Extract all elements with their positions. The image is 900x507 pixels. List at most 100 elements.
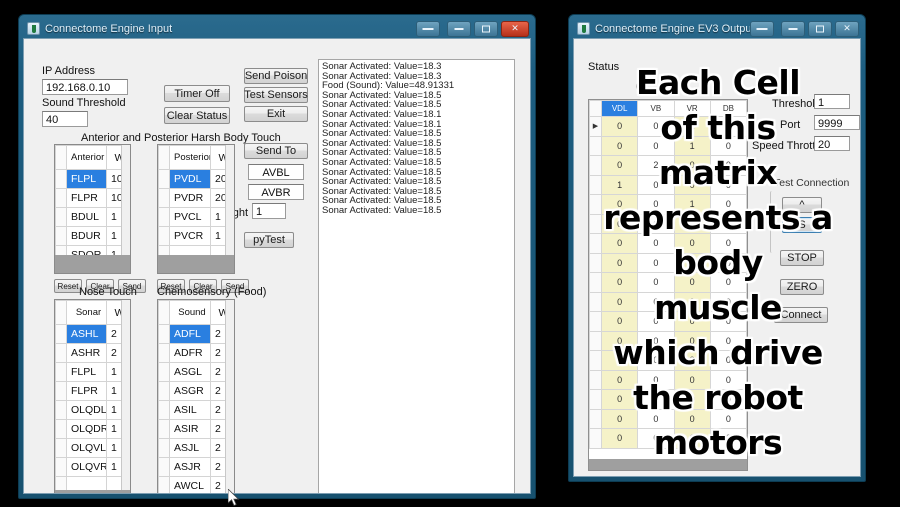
matrix-cell[interactable]: 0: [600, 369, 639, 390]
matrix-cell[interactable]: 0: [600, 311, 639, 332]
nose-touch-row[interactable]: ASHR 2: [55, 343, 129, 363]
matrix-cell[interactable]: 0: [637, 389, 675, 410]
matrix-cell[interactable]: 0: [600, 213, 639, 234]
matrix-row-selector-cell[interactable]: [589, 155, 602, 176]
row-selector-cell[interactable]: [158, 381, 170, 401]
matrix-cell[interactable]: 0: [600, 194, 639, 215]
anterior-touch-row[interactable]: BDUL 1: [55, 207, 129, 227]
nose-touch-name-cell[interactable]: OLQDR: [66, 419, 107, 439]
nose-touch-grid[interactable]: Sonar W ASHL 2 ASHR 2 FLPL 1 FLPR 1 OLQDL 1 OLQDR 1 OL…: [54, 299, 131, 493]
anterior-touch-name-cell[interactable]: FLPR: [66, 188, 107, 208]
row-selector-cell[interactable]: [158, 207, 170, 227]
matrix-row[interactable]: 1000: [589, 174, 747, 195]
posterior-touch-row[interactable]: PVCR 1: [158, 226, 233, 246]
matrix-cell[interactable]: 0: [637, 116, 675, 137]
matrix-cell[interactable]: 2: [673, 116, 711, 137]
ip-address-input[interactable]: 192.168.0.10: [42, 79, 128, 95]
matrix-cell[interactable]: 0: [709, 408, 747, 429]
window-connectome-input[interactable]: Connectome Engine Input ✕ IP Address 192…: [18, 14, 536, 499]
chemosensory-row[interactable]: AWCL 2: [158, 476, 233, 493]
matrix-row[interactable]: 0010: [589, 194, 747, 215]
matrix-cell[interactable]: 0: [673, 174, 711, 195]
posterior-touch-name-cell[interactable]: PVDL: [169, 169, 211, 189]
matrix-row[interactable]: 0000: [589, 369, 747, 390]
maximize-icon[interactable]: [474, 20, 498, 37]
matrix-row-selector-cell[interactable]: [589, 291, 602, 312]
send-to-target-a-input[interactable]: AVBL: [248, 164, 304, 180]
matrix-row[interactable]: 0000: [589, 233, 747, 254]
matrix-row-selector-cell[interactable]: [589, 330, 602, 351]
row-selector-cell[interactable]: [158, 343, 170, 363]
matrix-cell[interactable]: 0: [637, 408, 675, 429]
matrix-row-selector-cell[interactable]: [589, 428, 602, 449]
chemosensory-row[interactable]: ADFL 2: [158, 324, 233, 344]
matrix-row-selector-cell[interactable]: [589, 174, 602, 195]
nose-touch-row[interactable]: ASHL 2: [55, 324, 129, 344]
matrix-cell[interactable]: 0: [600, 155, 639, 176]
exit-button[interactable]: Exit: [244, 106, 308, 122]
matrix-cell[interactable]: 0: [600, 350, 639, 371]
matrix-row[interactable]: 0000: [589, 311, 747, 332]
nose-touch-name-cell[interactable]: FLPL: [66, 362, 107, 382]
port-input[interactable]: 9999: [814, 115, 860, 130]
zero-button[interactable]: ZERO: [780, 279, 824, 295]
matrix-cell[interactable]: 0: [600, 272, 639, 293]
nose-touch-name-cell[interactable]: FLPR: [66, 381, 107, 401]
matrix-cell[interactable]: 0: [637, 330, 675, 351]
timer-off-button[interactable]: Timer Off: [164, 85, 230, 102]
posterior-touch-col-header[interactable]: Posterior Touch: [169, 145, 211, 170]
matrix-cell[interactable]: 0: [709, 213, 747, 234]
weight-input[interactable]: 1: [252, 203, 286, 219]
matrix-cell[interactable]: 0: [709, 252, 747, 273]
nose-touch-name-cell[interactable]: OLQVR: [66, 457, 107, 477]
matrix-cell[interactable]: 0: [600, 408, 639, 429]
matrix-cell[interactable]: 0: [600, 135, 639, 156]
matrix-cell[interactable]: 0: [637, 174, 675, 195]
test-connection-up-button[interactable]: ^: [782, 197, 822, 213]
nose-touch-row[interactable]: OLQVL 1: [55, 438, 129, 458]
window-ev3-output[interactable]: Connectome Engine EV3 Output = Muscle ->…: [568, 14, 866, 482]
matrix-cell[interactable]: 0: [637, 428, 675, 449]
chemosensory-name-cell[interactable]: ASIR: [169, 419, 211, 439]
matrix-cell[interactable]: 0: [637, 194, 675, 215]
matrix-cell[interactable]: 0: [600, 389, 639, 410]
matrix-cell[interactable]: 0: [673, 408, 711, 429]
row-selector-cell[interactable]: [158, 324, 170, 344]
matrix-cell[interactable]: 0: [600, 291, 639, 312]
anterior-touch-name-cell[interactable]: BDUL: [66, 207, 107, 227]
matrix-col-header[interactable]: VB: [637, 100, 675, 117]
status-log[interactable]: Sonar Activated: Value=18.3 Sonar Activat…: [318, 59, 515, 493]
matrix-row[interactable]: 0000: [589, 213, 747, 234]
matrix-row[interactable]: 0000: [589, 428, 747, 449]
matrix-cell[interactable]: 0: [673, 311, 711, 332]
right-titlebar[interactable]: Connectome Engine EV3 Output = Muscle ->…: [573, 19, 861, 38]
chemosensory-name-cell[interactable]: ASJL: [169, 438, 211, 458]
restore-arrows-icon[interactable]: [416, 20, 440, 37]
posterior-touch-grid[interactable]: Posterior TouchWPVDL20PVDR20PVCL1PVCR1: [157, 144, 235, 274]
chemosensory-col-header[interactable]: Sound: [169, 300, 211, 325]
close-icon[interactable]: ✕: [501, 20, 529, 37]
chemosensory-row[interactable]: ADFR 2: [158, 343, 233, 363]
matrix-row[interactable]: 0000: [589, 408, 747, 429]
left-titlebar[interactable]: Connectome Engine Input ✕: [23, 19, 531, 38]
maximize-icon[interactable]: [808, 20, 832, 37]
chemosensory-row[interactable]: ASJL 2: [158, 438, 233, 458]
matrix-cell[interactable]: 0: [709, 116, 747, 137]
matrix-cell[interactable]: 0: [637, 252, 675, 273]
matrix-cell[interactable]: 0: [709, 155, 747, 176]
minimize-icon[interactable]: [781, 20, 805, 37]
left-titlebar-buttons[interactable]: ✕: [416, 20, 531, 37]
matrix-row-selector-cell[interactable]: [589, 135, 602, 156]
matrix-row-selector-cell[interactable]: [589, 213, 602, 234]
matrix-row[interactable]: ▶ 0 0 2 0: [589, 116, 747, 137]
chemosensory-row[interactable]: ASGL 2: [158, 362, 233, 382]
matrix-cell[interactable]: 1: [673, 194, 711, 215]
matrix-col-header[interactable]: DB: [709, 100, 747, 117]
matrix-cell[interactable]: 0: [709, 272, 747, 293]
matrix-cell[interactable]: 0: [600, 330, 639, 351]
matrix-cell[interactable]: 1: [600, 174, 639, 195]
nose-touch-row[interactable]: FLPL 1: [55, 362, 129, 382]
matrix-cell[interactable]: 0: [709, 291, 747, 312]
minimize-icon[interactable]: [447, 20, 471, 37]
chemosensory-name-cell[interactable]: ASGR: [169, 381, 211, 401]
